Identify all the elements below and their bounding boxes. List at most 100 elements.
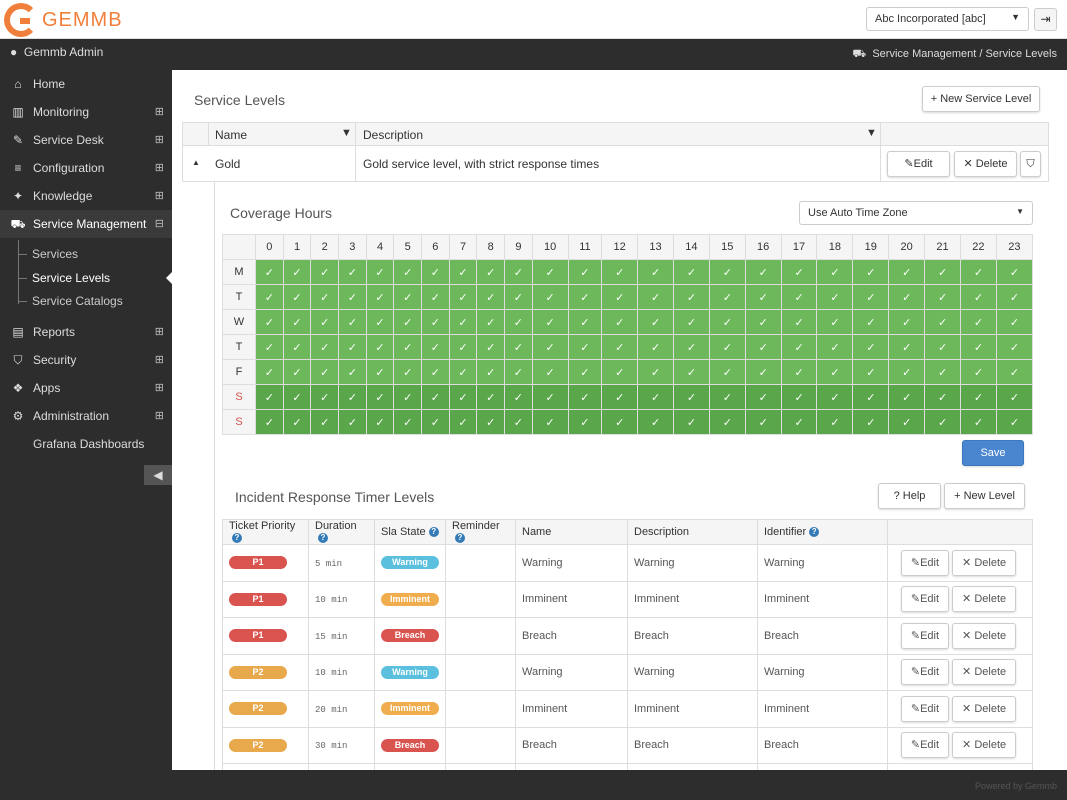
coverage-cell[interactable]: ✓: [888, 309, 926, 335]
coverage-cell[interactable]: ✓: [672, 309, 710, 335]
day-header[interactable]: M: [222, 259, 256, 285]
coverage-cell[interactable]: ✓: [421, 359, 450, 385]
hour-header[interactable]: 13: [637, 234, 674, 260]
coverage-cell[interactable]: ✓: [255, 409, 284, 435]
coverage-cell[interactable]: ✓: [531, 259, 569, 285]
help-button[interactable]: ? Help: [878, 483, 941, 509]
delete-level-button[interactable]: ✕ Delete: [952, 622, 1017, 649]
coverage-cell[interactable]: ✓: [531, 384, 569, 410]
hour-header[interactable]: 21: [924, 234, 961, 260]
coverage-cell[interactable]: ✓: [959, 384, 997, 410]
minus-square-icon[interactable]: ⊟: [155, 210, 164, 238]
coverage-cell[interactable]: ✓: [708, 284, 746, 310]
plus-square-icon[interactable]: ⊞: [155, 182, 164, 210]
day-header[interactable]: S: [222, 409, 256, 435]
coverage-cell[interactable]: ✓: [672, 359, 710, 385]
coverage-cell[interactable]: ✓: [637, 259, 674, 285]
coverage-cell[interactable]: ✓: [567, 359, 603, 385]
coverage-cell[interactable]: ✓: [310, 309, 340, 335]
question-circle-icon[interactable]: ?: [318, 533, 328, 544]
coverage-cell[interactable]: ✓: [365, 334, 395, 360]
coverage-cell[interactable]: ✓: [393, 359, 423, 385]
coverage-cell[interactable]: ✓: [708, 384, 746, 410]
coverage-cell[interactable]: ✓: [601, 284, 639, 310]
column-reminder[interactable]: Reminder?: [445, 519, 516, 545]
hour-header[interactable]: 3: [338, 234, 367, 260]
plus-square-icon[interactable]: ⊞: [155, 154, 164, 182]
plus-square-icon[interactable]: ⊞: [155, 126, 164, 154]
hour-header[interactable]: 7: [448, 234, 478, 260]
coverage-cell[interactable]: ✓: [365, 384, 395, 410]
sidebar-item-security[interactable]: ⛉ Security ⊞: [0, 346, 172, 374]
coverage-cell[interactable]: ✓: [959, 284, 997, 310]
service-level-row[interactable]: ▲ Gold Gold service level, with strict r…: [182, 146, 1049, 182]
coverage-cell[interactable]: ✓: [708, 359, 746, 385]
sidebar-item-monitoring[interactable]: ▥ Monitoring ⊞: [0, 98, 172, 126]
coverage-cell[interactable]: ✓: [310, 259, 340, 285]
plus-square-icon[interactable]: ⊞: [155, 98, 164, 126]
hour-header[interactable]: 12: [601, 234, 639, 260]
coverage-cell[interactable]: ✓: [282, 259, 312, 285]
coverage-cell[interactable]: ✓: [310, 409, 340, 435]
coverage-cell[interactable]: ✓: [531, 409, 569, 435]
coverage-cell[interactable]: ✓: [531, 334, 569, 360]
coverage-cell[interactable]: ✓: [504, 334, 533, 360]
coverage-cell[interactable]: ✓: [995, 359, 1034, 385]
coverage-cell[interactable]: ✓: [852, 259, 890, 285]
plus-square-icon[interactable]: ⊞: [155, 318, 164, 346]
coverage-cell[interactable]: ✓: [637, 284, 674, 310]
coverage-cell[interactable]: ✓: [780, 359, 818, 385]
coverage-cell[interactable]: ✓: [282, 309, 312, 335]
hour-header[interactable]: 9: [504, 234, 533, 260]
coverage-cell[interactable]: ✓: [310, 334, 340, 360]
hour-header[interactable]: 18: [816, 234, 854, 260]
delete-level-button[interactable]: ✕ Delete: [952, 586, 1017, 613]
coverage-cell[interactable]: ✓: [744, 359, 782, 385]
question-circle-icon[interactable]: ?: [428, 527, 439, 538]
coverage-cell[interactable]: ✓: [393, 284, 423, 310]
hour-header[interactable]: 11: [567, 234, 603, 260]
coverage-cell[interactable]: ✓: [637, 359, 674, 385]
coverage-cell[interactable]: ✓: [393, 309, 423, 335]
coverage-cell[interactable]: ✓: [282, 409, 312, 435]
hour-header[interactable]: 23: [995, 234, 1034, 260]
coverage-cell[interactable]: ✓: [338, 384, 367, 410]
edit-service-level-button[interactable]: ✎Edit: [887, 151, 950, 177]
coverage-cell[interactable]: ✓: [567, 284, 603, 310]
coverage-cell[interactable]: ✓: [365, 409, 395, 435]
hour-header[interactable]: 4: [365, 234, 395, 260]
coverage-cell[interactable]: ✓: [504, 259, 533, 285]
coverage-cell[interactable]: ✓: [421, 284, 450, 310]
coverage-cell[interactable]: ✓: [888, 359, 926, 385]
coverage-cell[interactable]: ✓: [780, 334, 818, 360]
day-header[interactable]: T: [222, 334, 256, 360]
coverage-cell[interactable]: ✓: [421, 334, 450, 360]
coverage-cell[interactable]: ✓: [282, 384, 312, 410]
coverage-cell[interactable]: ✓: [744, 384, 782, 410]
edit-level-button[interactable]: ✎Edit: [900, 695, 950, 722]
coverage-cell[interactable]: ✓: [338, 334, 367, 360]
coverage-cell[interactable]: ✓: [672, 334, 710, 360]
coverage-cell[interactable]: ✓: [924, 384, 961, 410]
coverage-cell[interactable]: ✓: [888, 284, 926, 310]
coverage-cell[interactable]: ✓: [924, 334, 961, 360]
sidebar-item-apps[interactable]: ❖ Apps ⊞: [0, 374, 172, 402]
coverage-cell[interactable]: ✓: [816, 334, 854, 360]
coverage-cell[interactable]: ✓: [708, 309, 746, 335]
coverage-cell[interactable]: ✓: [504, 359, 533, 385]
new-level-button[interactable]: + New Level: [944, 483, 1025, 509]
coverage-cell[interactable]: ✓: [601, 359, 639, 385]
coverage-cell[interactable]: ✓: [672, 284, 710, 310]
coverage-cell[interactable]: ✓: [476, 359, 506, 385]
coverage-cell[interactable]: ✓: [282, 359, 312, 385]
coverage-cell[interactable]: ✓: [601, 259, 639, 285]
coverage-cell[interactable]: ✓: [310, 284, 340, 310]
coverage-cell[interactable]: ✓: [708, 259, 746, 285]
coverage-cell[interactable]: ✓: [421, 309, 450, 335]
coverage-cell[interactable]: ✓: [255, 334, 284, 360]
hour-header[interactable]: 0: [255, 234, 284, 260]
hour-header[interactable]: 15: [708, 234, 746, 260]
filter-icon[interactable]: ▼: [341, 127, 352, 139]
coverage-cell[interactable]: ✓: [504, 384, 533, 410]
coverage-cell[interactable]: ✓: [888, 384, 926, 410]
